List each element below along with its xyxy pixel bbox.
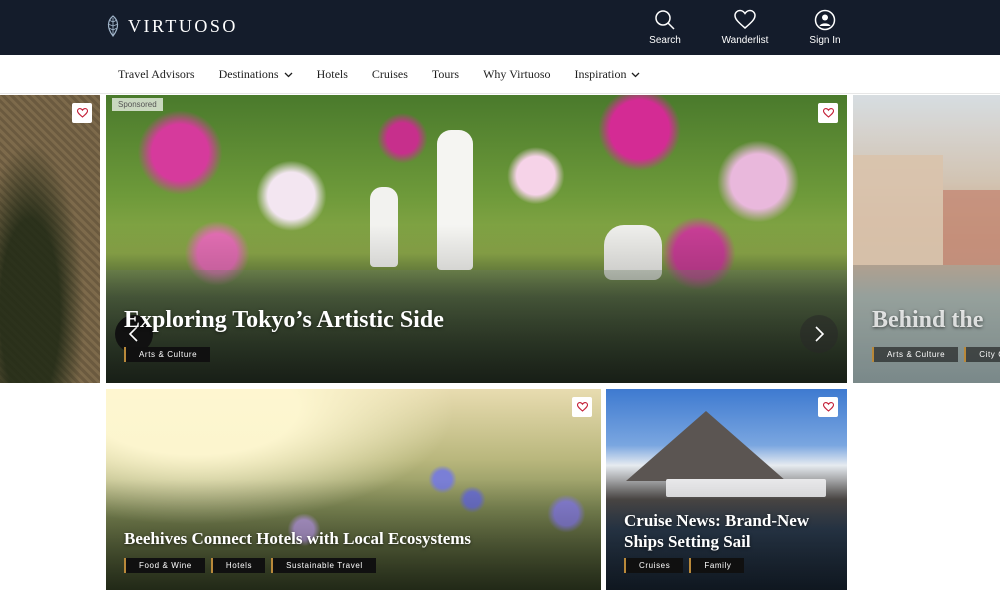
nav-items: Travel Advisors Destinations Hotels Crui…	[118, 55, 664, 94]
tree-silhouette	[0, 95, 100, 383]
nav-label: Cruises	[371, 67, 408, 81]
heart-icon	[822, 108, 834, 118]
nav-inspiration[interactable]: Inspiration	[574, 67, 640, 82]
tag-family[interactable]: Family	[689, 558, 745, 573]
tag-arts-culture[interactable]: Arts & Culture	[124, 347, 211, 362]
beehives-title[interactable]: Beehives Connect Hotels with Local Ecosy…	[124, 529, 471, 549]
nav-label: Tours	[431, 67, 460, 81]
tag-sustainable-travel[interactable]: Sustainable Travel	[271, 558, 376, 573]
search-button[interactable]: Search	[640, 9, 690, 46]
tag-arts-culture[interactable]: Arts & Culture	[872, 347, 959, 362]
carousel-next-button[interactable]	[800, 315, 838, 353]
sign-in-label: Sign In	[809, 35, 841, 46]
carousel-next-slide[interactable]: Behind the Arts & Culture City G	[853, 95, 1000, 383]
chevron-right-icon	[815, 326, 825, 342]
search-label: Search	[649, 35, 681, 46]
nav-label: Travel Advisors	[118, 67, 195, 81]
chevron-down-icon	[284, 72, 293, 77]
nav-why-virtuoso[interactable]: Why Virtuoso	[483, 67, 550, 82]
wanderlist-label: Wanderlist	[721, 35, 769, 46]
tag-cruises[interactable]: Cruises	[624, 558, 684, 573]
beehives-article-card[interactable]: Beehives Connect Hotels with Local Ecosy…	[106, 389, 601, 590]
heart-icon	[76, 108, 88, 118]
nav-label: Inspiration	[574, 67, 627, 81]
tag-food-wine[interactable]: Food & Wine	[124, 558, 205, 573]
nav-hotels[interactable]: Hotels	[317, 67, 348, 82]
heart-icon	[576, 402, 588, 412]
fade-overlay	[853, 95, 1000, 383]
nav-label: Hotels	[316, 67, 348, 81]
top-header: VIRTUOSO Search Wanderlist Sign In	[0, 0, 1000, 55]
main-slide-title[interactable]: Exploring Tokyo’s Artistic Side	[124, 307, 444, 334]
nav-travel-advisors[interactable]: Travel Advisors	[118, 67, 195, 82]
leaf-logo-icon	[107, 15, 119, 37]
cruise-news-title[interactable]: Cruise News: Brand-New Ships Setting Sai…	[624, 510, 824, 552]
sponsored-badge: Sponsored	[112, 98, 163, 111]
image-shade	[106, 95, 847, 383]
wanderlist-button[interactable]: Wanderlist	[720, 9, 770, 46]
virtuoso-logo[interactable]: VIRTUOSO	[104, 15, 238, 37]
next-slide-title[interactable]: Behind the	[872, 307, 983, 334]
carousel-main-slide[interactable]: Sponsored Exploring Tokyo’s Artistic Sid…	[106, 95, 847, 383]
chevron-down-icon	[632, 72, 640, 77]
nav-label: Why Virtuoso	[483, 67, 551, 81]
main-slide-tags: Arts & Culture	[124, 347, 211, 362]
next-slide-tags: Arts & Culture City G	[872, 347, 1000, 362]
main-nav: Travel Advisors Destinations Hotels Crui…	[0, 55, 1000, 94]
sign-in-button[interactable]: Sign In	[800, 9, 850, 46]
logo-text: VIRTUOSO	[128, 15, 238, 36]
cruise-news-tags: Cruises Family	[624, 558, 745, 573]
search-icon	[655, 10, 675, 30]
beehives-tags: Food & Wine Hotels Sustainable Travel	[124, 558, 376, 573]
cruise-news-article-card[interactable]: Cruise News: Brand-New Ships Setting Sai…	[606, 389, 847, 590]
carousel-prev-slide[interactable]	[0, 95, 100, 383]
beehives-favorite-button[interactable]	[572, 397, 592, 417]
main-slide-favorite-button[interactable]	[818, 103, 838, 123]
prev-slide-favorite-button[interactable]	[72, 103, 92, 123]
cruise-favorite-button[interactable]	[818, 397, 838, 417]
heart-icon	[734, 9, 756, 29]
header-actions: Search Wanderlist Sign In	[640, 9, 850, 46]
tag-city-guides[interactable]: City G	[964, 347, 1000, 362]
tag-hotels[interactable]: Hotels	[210, 558, 266, 573]
nav-tours[interactable]: Tours	[432, 67, 459, 82]
nav-destinations[interactable]: Destinations	[219, 67, 293, 82]
heart-icon	[822, 402, 834, 412]
nav-label: Destinations	[218, 67, 279, 81]
user-icon	[814, 9, 836, 31]
nav-cruises[interactable]: Cruises	[372, 67, 408, 82]
